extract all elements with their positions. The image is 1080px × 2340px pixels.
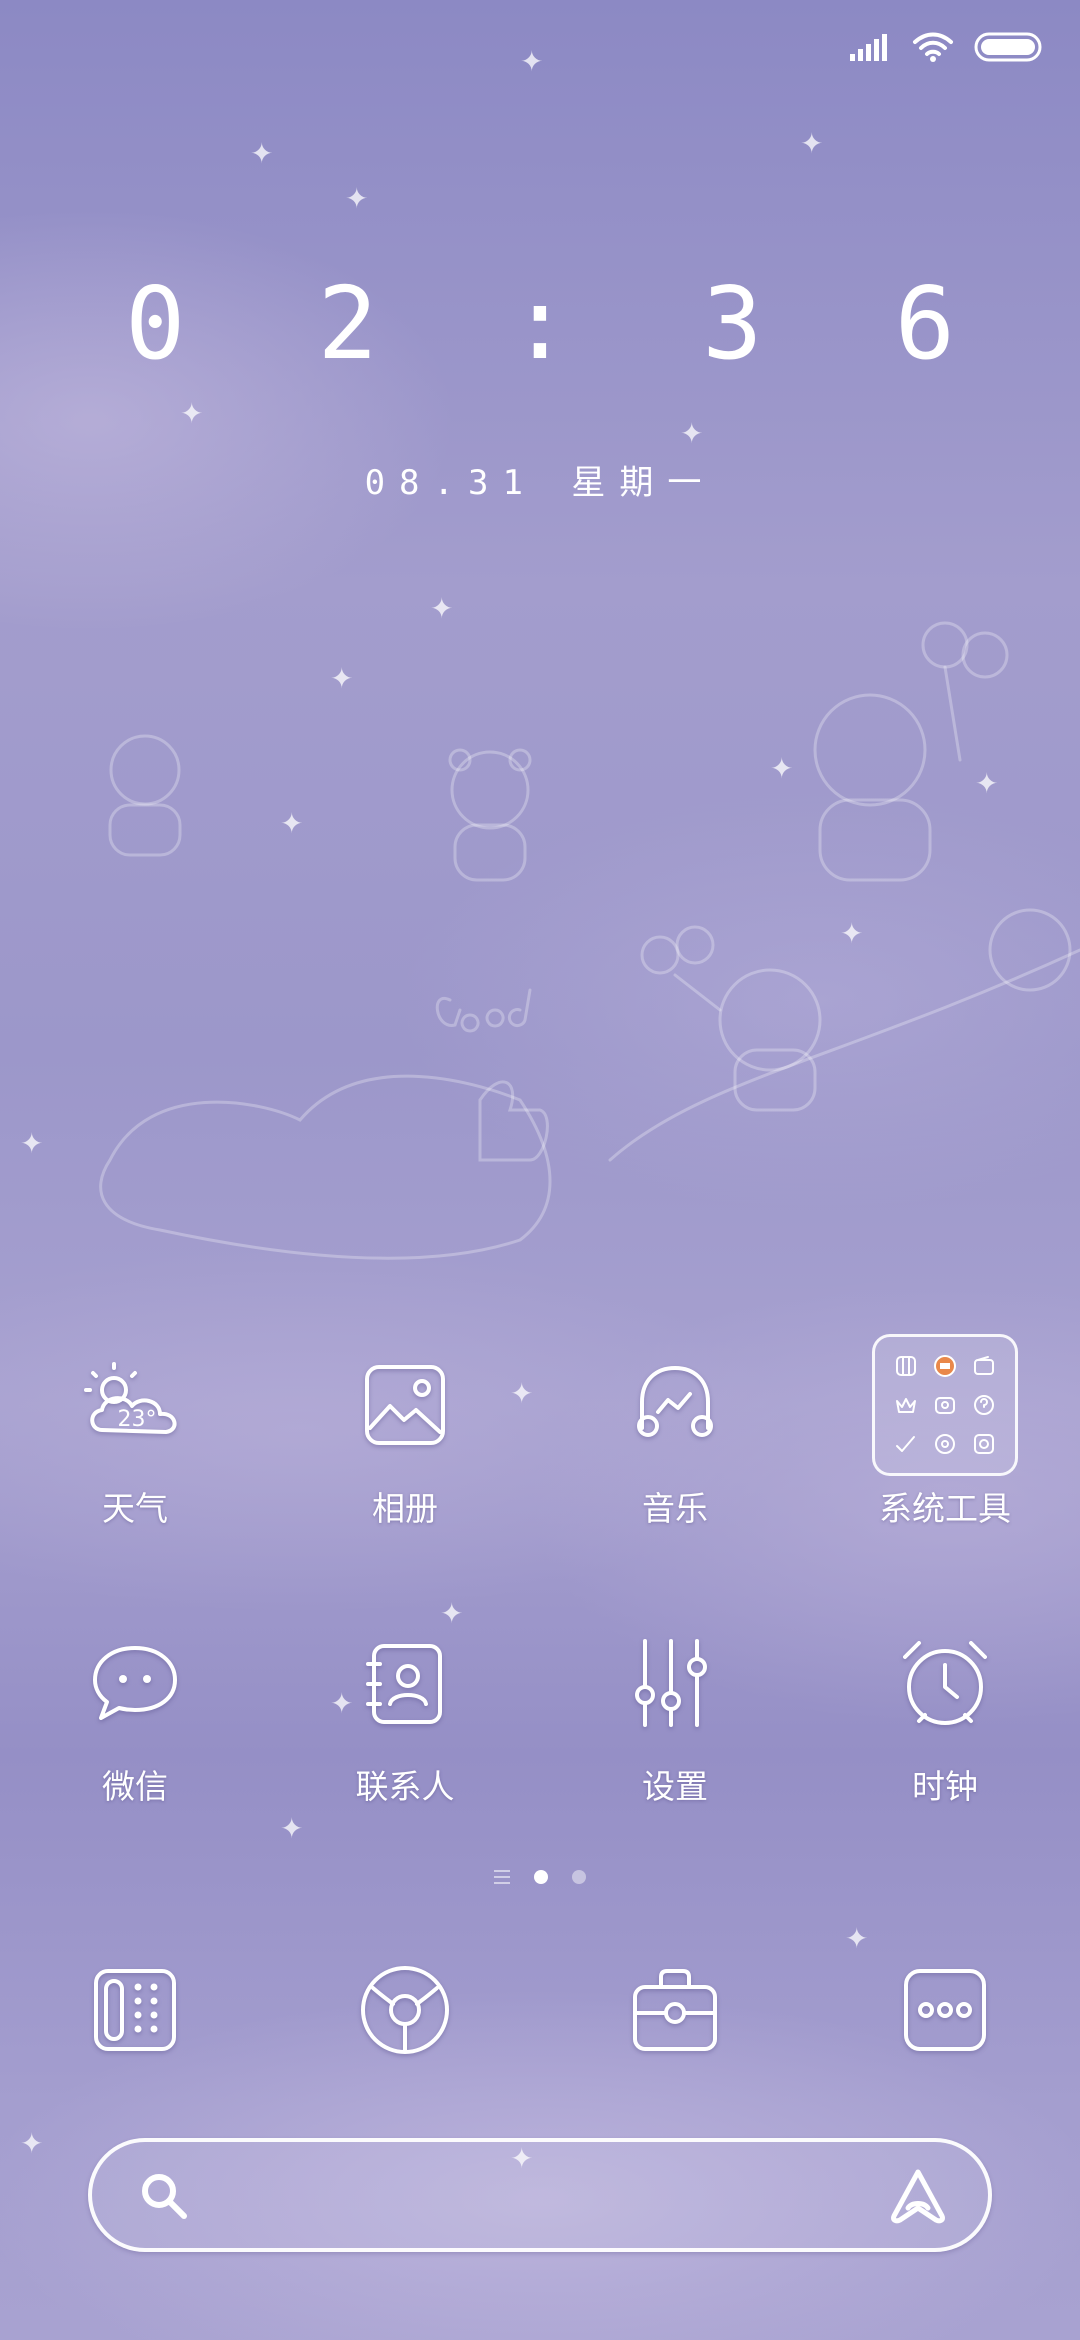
app-row-2: 微信 联系人 设置 时钟 [0,1628,1080,1808]
mini-app-icon [964,1424,1003,1463]
cellular-signal-icon [848,32,892,66]
music-icon [620,1350,730,1460]
app-gallery[interactable]: 相册 [270,1350,540,1530]
weather-icon: 23° [80,1350,190,1460]
app-label: 系统工具 [879,1489,1011,1528]
sparkle-decoration: ✦ [280,1812,304,1845]
dock [0,1955,1080,2065]
mini-app-icon [926,1347,965,1386]
wallpaper-doodles [99,621,1080,1260]
dock-phone[interactable] [0,1955,270,2065]
page-indicator[interactable] [0,1870,1080,1884]
sparkle-decoration: ✦ [440,1597,464,1630]
app-settings[interactable]: 设置 [540,1628,810,1808]
app-label: 时钟 [912,1767,978,1806]
dock-browser[interactable] [270,1955,540,2065]
sliders-icon [620,1628,730,1738]
app-contacts[interactable]: 联系人 [270,1628,540,1808]
app-folder-system-tools[interactable]: 系统工具 [810,1334,1080,1530]
app-label: 联系人 [355,1767,455,1806]
search-icon[interactable] [134,2166,194,2230]
page-dot-active[interactable] [534,1870,548,1884]
search-bar[interactable] [88,2138,992,2252]
app-clock[interactable]: 时钟 [810,1628,1080,1808]
app-weather[interactable]: 23° 天气 [0,1350,270,1530]
clock-time[interactable]: 0 2 : 3 6 [0,265,1080,382]
app-label: 天气 [102,1489,168,1528]
mini-app-icon [926,1386,965,1425]
toolbox-icon [620,1955,730,2065]
clock-date: 08.31 星期一 [364,463,716,503]
mini-app-icon [887,1386,926,1425]
battery-icon [974,31,1044,67]
sparkle-decoration: ✦ [20,2127,44,2160]
mini-app-icon [964,1347,1003,1386]
mini-app-icon [887,1347,926,1386]
app-music[interactable]: 音乐 [540,1350,810,1530]
wifi-icon [912,31,954,67]
dock-toolbox[interactable] [540,1955,810,2065]
app-label: 设置 [642,1767,708,1806]
app-label: 微信 [102,1767,168,1806]
folder-icon [872,1334,1018,1476]
mini-app-icon [926,1424,965,1463]
gallery-icon [350,1350,460,1460]
sparkle-decoration: ✦ [845,1922,869,1955]
page-dot[interactable] [572,1870,586,1884]
contacts-icon [350,1628,460,1738]
status-bar [848,24,1044,74]
dock-more[interactable] [810,1955,1080,2065]
mini-app-icon [964,1386,1003,1425]
app-row-1: 23° 天气 相册 音乐 系统工具 [0,1334,1080,1530]
app-label: 相册 [372,1489,438,1528]
assistant-icon[interactable] [886,2164,950,2232]
mini-app-icon [887,1424,926,1463]
chat-bubble-icon [80,1628,190,1738]
weather-temperature: 23° [117,1406,157,1432]
alarm-clock-icon [890,1628,1000,1738]
more-dots-icon [890,1955,1000,2065]
browser-icon [350,1955,460,2065]
page-indicator-minus-one[interactable] [494,1870,510,1884]
phone-keypad-icon [80,1955,190,2065]
app-label: 音乐 [642,1489,708,1528]
app-wechat[interactable]: 微信 [0,1628,270,1808]
